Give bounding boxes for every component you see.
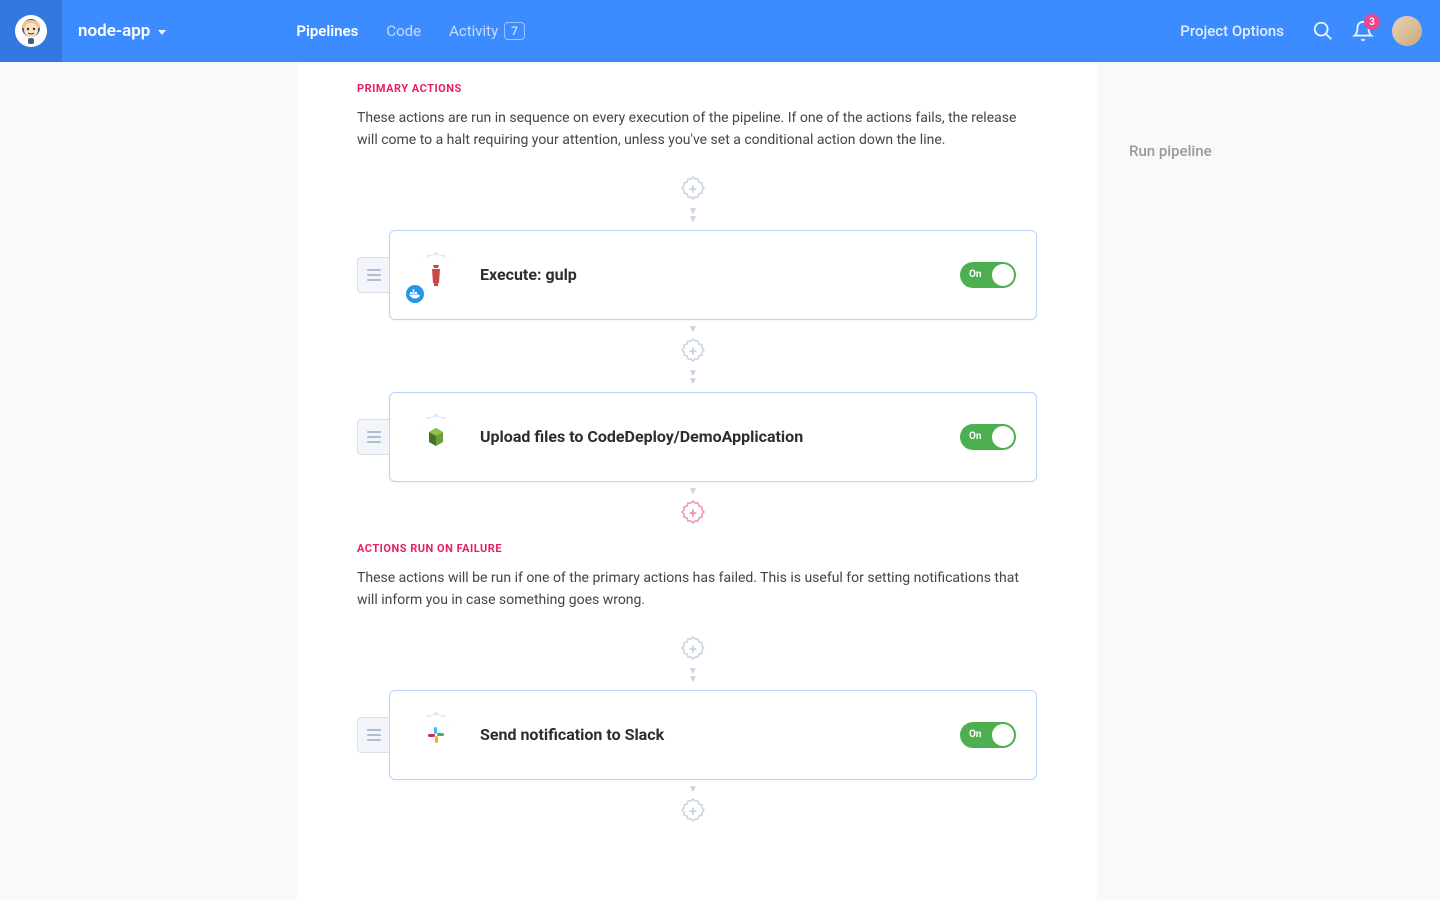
toggle-label: On — [969, 269, 982, 280]
drag-handle[interactable] — [357, 717, 389, 753]
header-actions: 3 — [1312, 16, 1422, 46]
action-card-slack[interactable]: Send notification to Slack On — [389, 690, 1037, 780]
run-pipeline-button[interactable]: Run pipeline — [1129, 142, 1420, 160]
toggle-label: On — [969, 431, 982, 442]
failure-section: ACTIONS RUN ON FAILURE These actions wil… — [357, 542, 1037, 612]
toggle-knob — [992, 724, 1014, 746]
main-layout: PRIMARY ACTIONS These actions are run in… — [0, 62, 1440, 900]
docker-badge-icon — [406, 285, 424, 303]
toggle-knob — [992, 426, 1014, 448]
project-selector[interactable]: node-app — [78, 21, 166, 41]
toggle-knob — [992, 264, 1014, 286]
action-toggle[interactable]: On — [960, 424, 1016, 450]
plus-icon: + — [689, 506, 697, 522]
action-row-gulp: Execute: gulp On — [357, 230, 1037, 320]
add-action-button[interactable]: + — [677, 634, 709, 666]
action-row-codedeploy: Upload files to CodeDeploy/DemoApplicati… — [357, 392, 1037, 482]
project-options[interactable]: Project Options — [1180, 22, 1284, 40]
add-action-connector: ▼ + — [349, 786, 1037, 830]
action-icon-wrapper — [410, 411, 462, 463]
plus-icon: + — [689, 642, 697, 658]
action-row-slack: Send notification to Slack On — [357, 690, 1037, 780]
failure-actions-heading: ACTIONS RUN ON FAILURE — [357, 542, 1037, 555]
chevron-down-icon: ▼ — [688, 326, 698, 334]
plus-icon: + — [689, 182, 697, 198]
app-logo[interactable] — [0, 0, 62, 62]
action-card-codedeploy[interactable]: Upload files to CodeDeploy/DemoApplicati… — [389, 392, 1037, 482]
add-action-connector: + ▼ ▼ — [349, 632, 1037, 684]
aws-codedeploy-icon — [416, 417, 456, 457]
action-icon-wrapper — [410, 709, 462, 761]
add-action-button[interactable]: + — [677, 336, 709, 368]
nav-pipelines[interactable]: Pipelines — [296, 22, 358, 40]
left-gutter — [0, 62, 297, 900]
primary-actions-description: These actions are run in sequence on eve… — [357, 107, 1037, 152]
project-name-label: node-app — [78, 21, 150, 41]
pipeline-content: PRIMARY ACTIONS These actions are run in… — [297, 62, 1097, 900]
action-title: Upload files to CodeDeploy/DemoApplicati… — [480, 427, 942, 446]
action-card-gulp[interactable]: Execute: gulp On — [389, 230, 1037, 320]
failure-actions-description: These actions will be run if one of the … — [357, 567, 1037, 612]
notifications-button[interactable]: 3 — [1352, 20, 1374, 42]
nav-activity-label: Activity — [449, 22, 498, 40]
buddy-logo-icon — [14, 14, 48, 48]
primary-actions-heading: PRIMARY ACTIONS — [357, 82, 1037, 95]
action-title: Execute: gulp — [480, 265, 942, 284]
caret-down-icon — [158, 30, 166, 35]
chevron-down-icon: ▼ — [688, 786, 698, 794]
action-toggle[interactable]: On — [960, 262, 1016, 288]
chevron-down-icon: ▼ — [688, 676, 698, 684]
notifications-count: 3 — [1364, 14, 1380, 30]
drag-handle[interactable] — [357, 257, 389, 293]
user-avatar[interactable] — [1392, 16, 1422, 46]
add-action-connector: ▼ + — [349, 488, 1037, 532]
action-title: Send notification to Slack — [480, 725, 942, 744]
slack-icon — [416, 715, 456, 755]
nav-activity[interactable]: Activity 7 — [449, 22, 525, 40]
chevron-down-icon: ▼ — [688, 488, 698, 496]
action-icon-wrapper — [410, 249, 462, 301]
main-nav: Pipelines Code Activity 7 — [296, 22, 525, 40]
right-sidebar: Run pipeline — [1097, 62, 1440, 900]
chevron-down-icon: ▼ — [688, 216, 698, 224]
drag-handle[interactable] — [357, 419, 389, 455]
action-toggle[interactable]: On — [960, 722, 1016, 748]
add-action-connector: ▼ + ▼ ▼ — [349, 326, 1037, 386]
chevron-down-icon: ▼ — [688, 378, 698, 386]
top-header: node-app Pipelines Code Activity 7 Proje… — [0, 0, 1440, 62]
search-icon — [1312, 20, 1334, 42]
add-action-connector: + ▼ ▼ — [349, 172, 1037, 224]
activity-count-badge: 7 — [504, 22, 525, 40]
add-failure-action-button[interactable]: + — [677, 498, 709, 530]
plus-icon: + — [689, 344, 697, 360]
toggle-label: On — [969, 729, 982, 740]
add-action-button[interactable]: + — [677, 174, 709, 206]
add-action-button[interactable]: + — [677, 796, 709, 828]
search-button[interactable] — [1312, 20, 1334, 42]
plus-icon: + — [689, 804, 697, 820]
nav-code[interactable]: Code — [386, 22, 421, 40]
